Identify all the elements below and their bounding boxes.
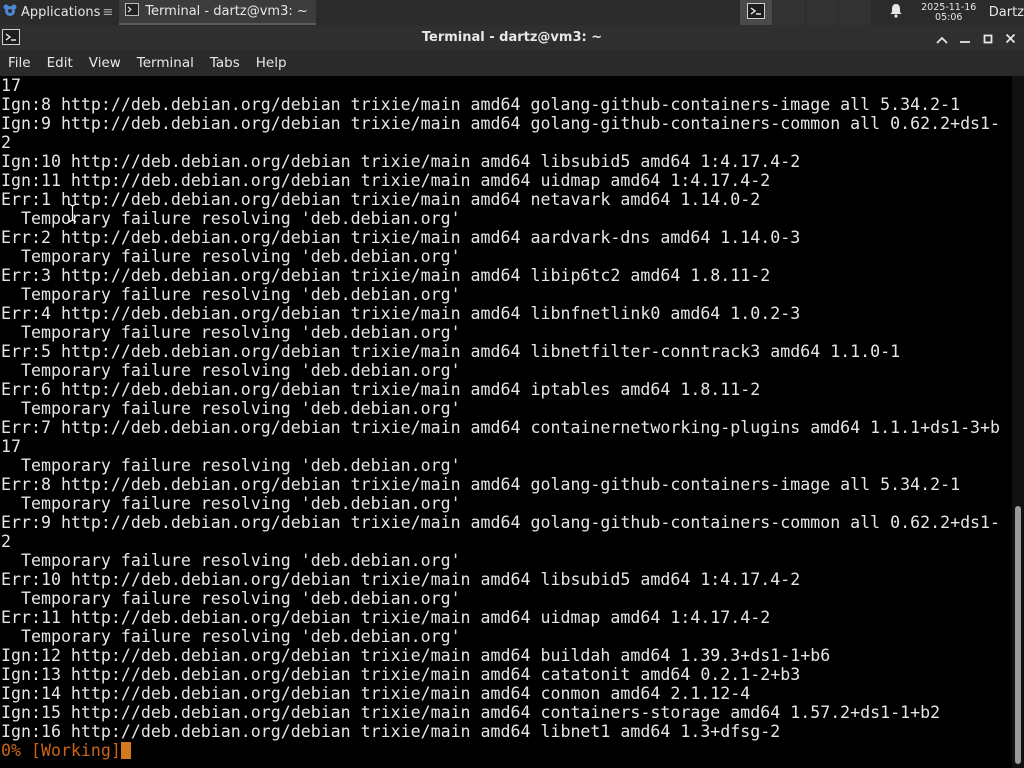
- close-button[interactable]: [999, 28, 1022, 48]
- text-cursor-icon: [68, 203, 77, 227]
- terminal-line: Ign:12 http://deb.debian.org/debian trix…: [1, 646, 831, 665]
- terminal-line: 2: [1, 133, 11, 152]
- top-panel: Applications ≡ Terminal - dartz@vm3: ~ 2…: [0, 0, 1024, 25]
- terminal-line: Temporary failure resolving 'deb.debian.…: [1, 589, 461, 608]
- terminal-line: Temporary failure resolving 'deb.debian.…: [1, 494, 461, 513]
- menu-help[interactable]: Help: [248, 55, 295, 71]
- terminal-output[interactable]: 17 Ign:8 http://deb.debian.org/debian tri…: [0, 76, 1012, 768]
- terminal-cursor: [120, 742, 131, 759]
- window-title: Terminal - dartz@vm3: ~: [421, 30, 603, 45]
- minimize-icon: [959, 29, 971, 48]
- terminal-line: Ign:14 http://deb.debian.org/debian trix…: [1, 684, 751, 703]
- terminal-line: Err:8 http://deb.debian.org/debian trixi…: [1, 475, 961, 494]
- terminal-line: Ign:11 http://deb.debian.org/debian trix…: [1, 171, 771, 190]
- workspace-2[interactable]: [772, 0, 805, 25]
- minimize-button[interactable]: [953, 28, 976, 48]
- terminal-line: Err:9 http://deb.debian.org/debian trixi…: [1, 513, 1001, 532]
- terminal-line: Err:11 http://deb.debian.org/debian trix…: [1, 608, 771, 627]
- menu-terminal[interactable]: Terminal: [129, 55, 202, 71]
- terminal-line: Temporary failure resolving 'deb.debian.…: [1, 247, 461, 266]
- scrollbar-thumb[interactable]: [1015, 506, 1021, 764]
- close-icon: [1005, 29, 1016, 48]
- terminal-line: Temporary failure resolving 'deb.debian.…: [1, 627, 461, 646]
- terminal-line: Ign:8 http://deb.debian.org/debian trixi…: [1, 95, 961, 114]
- menu-bar: File Edit View Terminal Tabs Help: [0, 50, 1024, 76]
- clock-date: 2025-11-16: [921, 1, 977, 13]
- terminal-line: Ign:16 http://deb.debian.org/debian trix…: [1, 722, 781, 741]
- window-controls: [930, 28, 1022, 48]
- applications-label: Applications: [21, 5, 101, 20]
- workspace-4[interactable]: [838, 0, 871, 25]
- clock-time: 05:06: [935, 11, 963, 23]
- window-titlebar[interactable]: Terminal - dartz@vm3: ~: [0, 25, 1024, 50]
- terminal-line: Temporary failure resolving 'deb.debian.…: [1, 551, 461, 570]
- terminal-line: Err:1 http://deb.debian.org/debian trixi…: [1, 190, 761, 209]
- taskbar-item-label: Terminal - dartz@vm3: ~: [145, 4, 308, 19]
- notifications-button[interactable]: [889, 3, 903, 22]
- workspace-1[interactable]: [739, 0, 772, 25]
- terminal-line: Temporary failure resolving 'deb.debian.…: [1, 323, 461, 342]
- menu-edit[interactable]: Edit: [39, 55, 81, 71]
- terminal-line: Ign:15 http://deb.debian.org/debian trix…: [1, 703, 941, 722]
- terminal-line: 2: [1, 532, 11, 551]
- maximize-icon: [983, 29, 993, 48]
- terminal-line: Err:2 http://deb.debian.org/debian trixi…: [1, 228, 801, 247]
- terminal-line: Temporary failure resolving 'deb.debian.…: [1, 285, 461, 304]
- terminal-lines: 17 Ign:8 http://deb.debian.org/debian tri…: [0, 76, 1012, 741]
- applications-menu-button[interactable]: Applications ≡: [0, 0, 117, 25]
- terminal-line: Err:10 http://deb.debian.org/debian trix…: [1, 570, 801, 589]
- terminal-line: Err:3 http://deb.debian.org/debian trixi…: [1, 266, 771, 285]
- terminal-line: Ign:13 http://deb.debian.org/debian trix…: [1, 665, 801, 684]
- clock[interactable]: 2025-11-16 05:06: [917, 1, 981, 23]
- terminal-line: Err:5 http://deb.debian.org/debian trixi…: [1, 342, 901, 361]
- terminal-scrollbar[interactable]: [1012, 76, 1024, 768]
- chevron-up-icon: [935, 29, 948, 48]
- terminal-line: Ign:9 http://deb.debian.org/debian trixi…: [1, 114, 1001, 133]
- terminal-line: Err:4 http://deb.debian.org/debian trixi…: [1, 304, 801, 323]
- progress-status: 0% [Working]: [1, 741, 121, 760]
- terminal-line: Temporary failure resolving 'deb.debian.…: [1, 209, 461, 228]
- terminal-line: Temporary failure resolving 'deb.debian.…: [1, 456, 461, 475]
- terminal-line: 17: [1, 76, 21, 95]
- user-menu[interactable]: Dartz: [989, 5, 1024, 20]
- xfce-mouse-icon: [2, 3, 18, 23]
- menu-tabs[interactable]: Tabs: [202, 55, 248, 71]
- menu-file[interactable]: File: [0, 55, 39, 71]
- workspace-3[interactable]: [805, 0, 838, 25]
- terminal-prompt-line: 0% [Working]: [0, 741, 1012, 760]
- terminal-line: Err:7 http://deb.debian.org/debian trixi…: [1, 418, 1001, 437]
- maximize-button[interactable]: [976, 28, 999, 48]
- terminal-line: Ign:10 http://deb.debian.org/debian trix…: [1, 152, 801, 171]
- terminal-line: Temporary failure resolving 'deb.debian.…: [1, 361, 461, 380]
- taskbar-item-terminal[interactable]: Terminal - dartz@vm3: ~: [119, 0, 316, 25]
- terminal-line: 17: [1, 437, 21, 456]
- terminal-line: Err:6 http://deb.debian.org/debian trixi…: [1, 380, 761, 399]
- shade-button[interactable]: [930, 28, 953, 48]
- terminal-icon: [125, 3, 140, 20]
- terminal-icon: [746, 2, 765, 23]
- terminal-line: Temporary failure resolving 'deb.debian.…: [1, 399, 461, 418]
- menu-view[interactable]: View: [81, 55, 129, 71]
- bell-icon: [889, 3, 903, 22]
